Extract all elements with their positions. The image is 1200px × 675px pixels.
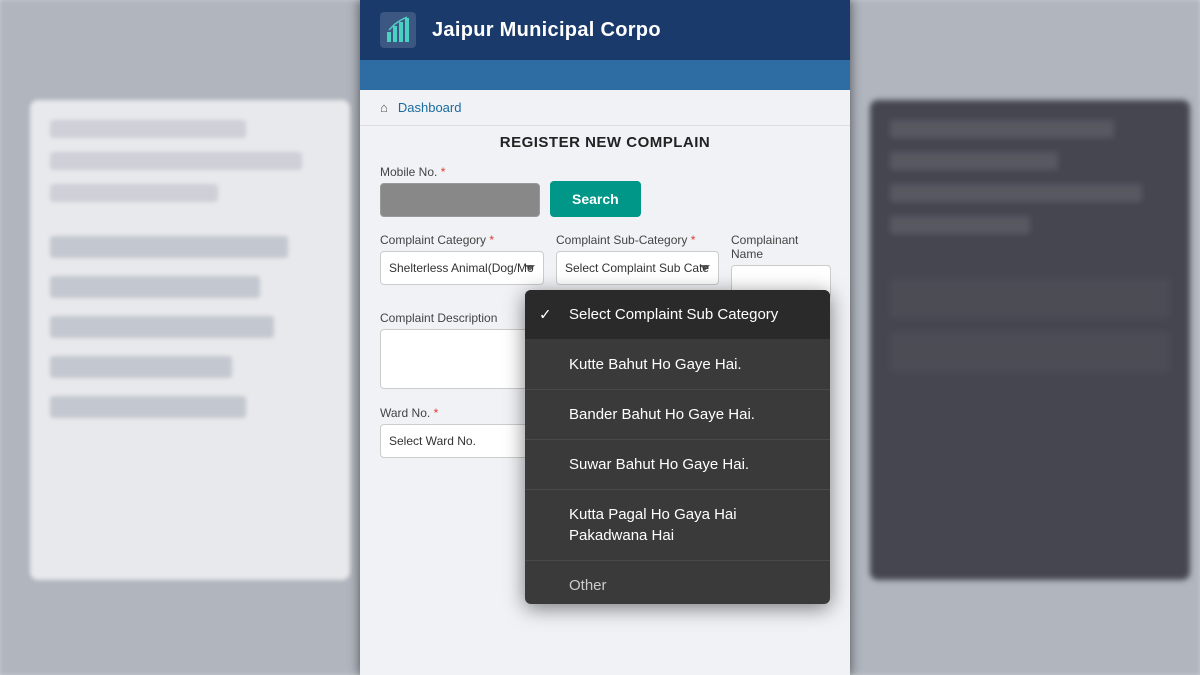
bg-right-panel [870,100,1190,580]
main-card: Jaipur Municipal Corpo ⌂ Dashboard REGIS… [360,0,850,675]
complaint-subcategory-label: Complaint Sub-Category * [556,233,719,247]
blue-bar [360,60,850,90]
complaint-category-col: Complaint Category * Shelterless Animal(… [380,233,544,299]
bg-left-panel [30,100,350,580]
dropdown-item-bander[interactable]: Bander Bahut Ho Gaye Hai. [525,390,830,440]
search-button[interactable]: Search [550,181,641,217]
breadcrumb: ⌂ Dashboard [360,90,850,126]
header-title: Jaipur Municipal Corpo [432,19,661,42]
subcategory-dropdown[interactable]: Select Complaint Sub Category Kutte Bahu… [525,290,830,604]
dropdown-item-other[interactable]: Other [525,561,830,604]
breadcrumb-dashboard[interactable]: Dashboard [398,100,462,115]
app-logo [380,12,416,48]
mobile-row: Mobile No. * Search [380,165,830,217]
mobile-field-group: Mobile No. * [380,165,540,217]
dropdown-item-default[interactable]: Select Complaint Sub Category [525,290,830,340]
complaint-subcategory-select[interactable]: Select Complaint Sub Cate [556,251,719,285]
page-title: REGISTER NEW COMPLAIN [360,126,850,155]
mobile-label: Mobile No. * [380,165,540,179]
mobile-input[interactable] [380,183,540,217]
dropdown-item-kutta-pagal[interactable]: Kutta Pagal Ho Gaya Hai Pakadwana Hai [525,490,830,561]
complaint-category-label: Complaint Category * [380,233,544,247]
dropdown-item-suwar[interactable]: Suwar Bahut Ho Gaye Hai. [525,440,830,490]
app-header: Jaipur Municipal Corpo [360,0,850,60]
home-icon: ⌂ [380,100,388,115]
dropdown-item-kutte[interactable]: Kutte Bahut Ho Gaye Hai. [525,340,830,390]
complainant-name-label: Complainant Name [731,233,831,261]
complaint-category-select[interactable]: Shelterless Animal(Dog/Mo [380,251,544,285]
